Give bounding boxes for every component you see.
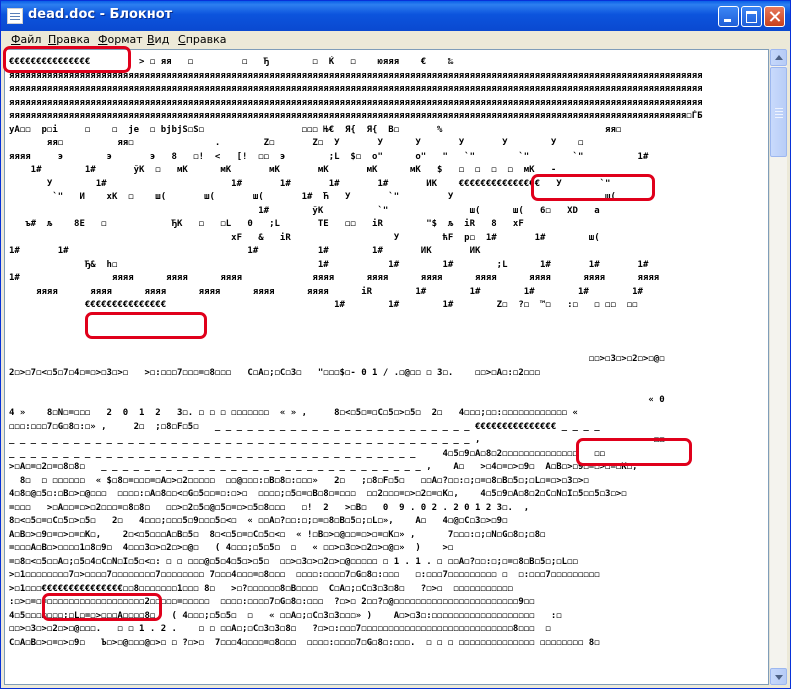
notepad-window: dead.doc - Блокнот Файл Правка Формат Ви… (0, 0, 791, 689)
vertical-scrollbar[interactable] (769, 49, 787, 685)
text-line: ◻◻◻:◻◻◻7◻G◻8◻:◻» , 2◻ ;◻8◻F◻5◻ _ _ _ _ _… (9, 421, 600, 432)
text-line (9, 380, 765, 393)
menu-file-rest: айл (20, 33, 42, 46)
text-line: А◻В◻>◻9◻=◻>◻=◻К◻, 2◻<◻5◻◻◻А◻В◻5◻ 8◻<◻5◻=… (9, 529, 546, 540)
menu-help-key: С (178, 33, 186, 46)
text-line: С◻А◻В◻>◻=◻>◻9◻ Ъ◻>◻@◻◻◻@◻>◻ ◻ ?◻>◻ 7◻◻◻4… (9, 637, 600, 648)
text-line: яя◻ яя◻ . Z◻ Z◻ У У У У У У ◻ (9, 138, 584, 148)
text-line: ◻◻>◻3◻>◻2◻>◻@◻ (9, 354, 665, 364)
text-line: 2◻>◻7◻<◻5◻7◻4◻=◻>◻3◻>◻ >◻:◻◻◻7◻◻◻=◻8◻◻◻ … (9, 367, 541, 378)
menu-file[interactable]: Файл (11, 33, 41, 46)
title-bar[interactable]: dead.doc - Блокнот (1, 1, 790, 31)
scroll-down-button[interactable] (770, 668, 787, 685)
text-line: хF & iR У ћF р◻ 1# 1# ш( (9, 232, 600, 243)
text-line: ◻◻>◻3◻>◻2◻>◻@◻◻◻. ◻ ◻ 1 . 2 . ◻ ◻ ◻◻А◻;◻… (9, 624, 551, 634)
highlight-marker (576, 438, 692, 466)
highlight-marker (531, 174, 655, 201)
text-line: яяяя э э э 8 ◻! < [! ◻◻ э ;L $◻ о" о" " … (9, 151, 649, 162)
maximize-button[interactable] (741, 6, 762, 27)
menu-help[interactable]: Справка (178, 33, 226, 46)
text-line: =◻◻◻А◻В◻>◻◻◻◻1◻8◻9◻ 4◻◻◻3◻>◻2◻>◻@◻ ( 4◻◻… (9, 543, 454, 553)
text-line: 4 » 8◻N◻=◻◻◻ 2 0 1 2 3◻. ◻ ◻ ◻ ◻◻◻◻◻◻◻ «… (9, 408, 578, 418)
text-line: ъ# љ 8Е ◻ ЂК ◻ ◻L 0 ;L ТЕ ◻◻ iR "$ љ iR … (9, 219, 524, 229)
minimize-button[interactable] (718, 6, 739, 27)
text-line: 1# 1# 1# 1# 1# ИК ИК (9, 246, 481, 256)
text-line: €€€€€€€€€€€€€€€ 1# 1# 1# Z◻ ?◻ ™◻ :◻ ◻ ◻… (9, 300, 638, 310)
menu-format-rest: ормат (107, 33, 143, 46)
text-line: =◻8◻<◻5◻◻А◻;◻5◻4◻С◻N◻I◻5◻<◻: ◻ ◻ ◻◻◻@◻5◻… (9, 556, 578, 567)
menu-view[interactable]: Вид (147, 33, 169, 46)
menu-view-rest: ид (154, 33, 170, 46)
notepad-icon (7, 8, 23, 24)
highlight-marker (42, 593, 162, 621)
window-title: dead.doc - Блокнот (28, 7, 173, 22)
menu-edit[interactable]: Правка (48, 33, 90, 46)
text-line: 1# ўК `" ш( ш( 6◻ ХD а (9, 205, 600, 216)
text-line: яяяя яяяя яяяя яяяя яяяя яяяя iR 1# 1# 1… (9, 286, 643, 297)
menu-edit-rest: равка (56, 33, 90, 46)
menu-view-key: В (147, 33, 155, 46)
text-line: 8◻ ◻ ◻◻◻◻◻◻ « $◻8◻=◻◻◻=◻А◻>◻2◻◻◻◻◻ ◻◻@◻◻… (9, 475, 589, 486)
text-line: уА◻◻ р◻i ◻ ◻ jе ◻ bjbjS◻S◻ ◻◻◻ Њ€ Я{ Я{ … (9, 124, 622, 135)
text-line: яяяяяяяяяяяяяяяяяяяяяяяяяяяяяяяяяяяяяяяя… (9, 97, 703, 108)
menu-format[interactable]: Формат (98, 33, 143, 46)
text-editor[interactable]: €€€€€€€€€€€€€€€ > ◻ яя ◻ ◻ Ђ ◻ Ќ ◻ юяяя … (4, 49, 769, 685)
close-button[interactable] (764, 6, 785, 27)
text-line: яяяяяяяяяяяяяяяяяяяяяяяяяяяяяяяяяяяяяяяя… (9, 111, 703, 121)
text-line: яяяяяяяяяяяяяяяяяяяяяяяяяяяяяяяяяяяяяяяя… (9, 84, 703, 94)
text-line: Ђ& h◻ 1# 1# 1# ;L 1# 1# 1# (9, 259, 649, 270)
highlight-marker (3, 46, 131, 73)
highlight-marker (85, 312, 207, 339)
menu-help-rest: правка (185, 33, 227, 46)
scroll-up-button[interactable] (770, 49, 787, 66)
text-line: 4◻8◻@◻5◻:◻В◻>◻@◻◻◻ ◻◻◻◻:◻А◻8◻◻<◻G◻5◻◻=◻:… (9, 489, 627, 499)
text-line: 1# яяяя яяяя яяяя яяяя яяяя яяяя яяяя яя… (9, 273, 660, 283)
text-line: 8◻<◻5◻=◻С◻5◻>◻5◻ 2◻ 4◻◻◻;◻◻◻5◻9◻◻◻5◻<◻ «… (9, 516, 508, 526)
scroll-thumb[interactable] (770, 67, 787, 157)
text-line: >◻1◻◻◻◻◻◻◻◻7◻>◻◻◻◻7◻◻◻◻◻◻◻◻7◻◻◻◻◻◻◻◻ 7◻◻… (9, 570, 600, 580)
text-line: =◻◻◻ >◻А◻◻=◻>◻2◻◻◻=◻8◻8◻ ◻◻>◻2◻5◻@◻5◻=◻>… (9, 502, 530, 513)
text-line: « 0 (9, 394, 665, 405)
text-line (9, 340, 765, 353)
